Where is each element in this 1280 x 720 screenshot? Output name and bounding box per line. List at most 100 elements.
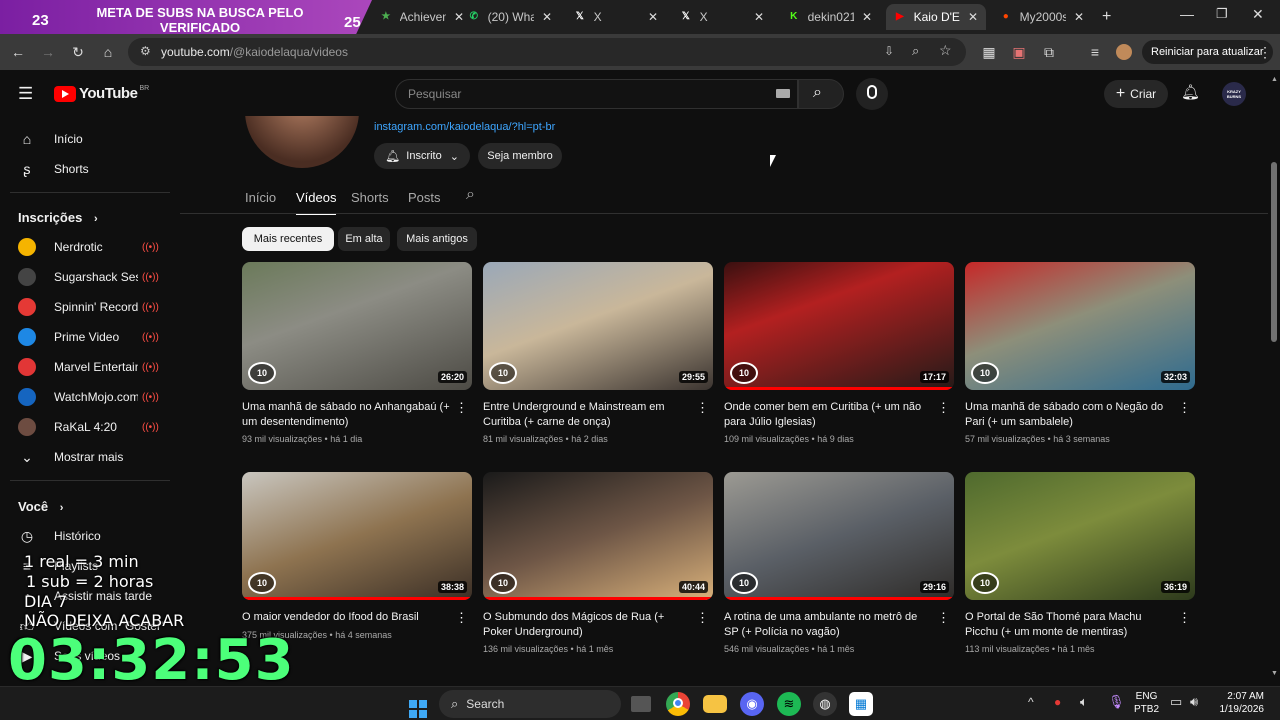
video-card[interactable]: 10 36:19 O Portal de São Thomé para Mach… [965,472,1195,672]
close-window-button[interactable]: ✕ [1252,6,1264,23]
spotify-icon[interactable]: ≋ [777,692,801,716]
search-button[interactable]: ⌕ [798,79,844,109]
video-card[interactable]: 10 40:44 O Submundo dos Mágicos de Rua (… [483,472,713,672]
network-icon[interactable]: ▭ [1170,694,1182,710]
more-options-icon[interactable]: ⋮ [696,400,709,416]
video-card[interactable]: 10 29:55 Entre Underground e Mainstream … [483,262,713,462]
channel-tab[interactable]: Início [245,190,276,205]
sidebar-channel-item[interactable]: RaKaL 4:20 ((•)) [18,412,168,442]
video-title[interactable]: Onde comer bem em Curitiba (+ um não par… [724,400,934,430]
video-thumbnail[interactable]: 10 38:38 [242,472,472,600]
minimize-button[interactable]: — [1180,6,1194,22]
create-button[interactable]: + Criar [1104,80,1168,108]
browser-tab[interactable]: ★Achieveme✕ [372,4,472,30]
sidebar-channel-item[interactable]: Nerdrotic ((•)) [18,232,168,262]
voice-search-button[interactable] [856,78,888,110]
forward-icon[interactable]: → [39,44,57,60]
video-title[interactable]: Entre Underground e Mainstream em Curiti… [483,400,693,430]
update-button[interactable]: Reiniciar para atualizar [1142,40,1273,64]
channel-link[interactable]: instagram.com/kaiodelaqua/?hl=pt-br [374,121,555,133]
filter-chip[interactable]: Mais antigos [397,227,477,251]
video-thumbnail[interactable]: 10 40:44 [483,472,713,600]
site-info-icon[interactable]: ⚙ [140,44,151,58]
speaker-icon[interactable]: 🔈︎ [1080,694,1088,710]
video-thumbnail[interactable]: 10 32:03 [965,262,1195,390]
windows-start-icon[interactable] [406,692,430,718]
sidebar-item-history[interactable]: ◷ Histórico [18,521,168,551]
sidebar-channel-item[interactable]: Sugarshack Ses... ((•)) [18,262,168,292]
extensions-puzzle-icon[interactable]: ⧉ [1040,44,1058,61]
browser-tab[interactable]: 𝕏 X ✕ [672,4,772,30]
media-control-icon[interactable]: ≡ [1086,44,1104,60]
video-thumbnail[interactable]: 10 17:17 [724,262,954,390]
you-header[interactable]: Você › [18,499,63,514]
clock[interactable]: 2:07 AM 1/19/2026 [1214,690,1265,716]
filter-chip[interactable]: Mais recentes [242,227,334,251]
join-button[interactable]: Seja membro [478,143,562,169]
video-thumbnail[interactable]: 10 29:55 [483,262,713,390]
more-options-icon[interactable]: ⋮ [455,610,468,626]
extension-icon-2[interactable]: ▣ [1010,44,1028,61]
address-bar[interactable]: ⚙ youtube.com/@kaiodelaqua/videos ⇩ ⌕ ☆ [128,38,966,66]
search-input[interactable]: Pesquisar [395,79,798,109]
sidebar-item-home[interactable]: ⌂ Início [18,124,168,154]
browser-tab[interactable]: Kdekin021 ✕ [780,4,880,30]
scroll-thumb[interactable] [1271,162,1277,342]
channel-tab[interactable]: Shorts [351,190,389,205]
youtube-logo[interactable]: YouTube BR [54,85,149,102]
close-tab-icon[interactable]: ✕ [968,10,978,24]
channel-tab[interactable]: Vídeos [296,190,337,215]
browser-tab[interactable]: ✆ (20) Whats ✕ [460,4,560,30]
microphone-tray-icon[interactable]: 🎙︎ [1108,694,1125,710]
profile-avatar[interactable] [1116,44,1132,60]
sidebar-channel-item[interactable]: WatchMojo.com ((•)) [18,382,168,412]
show-more-button[interactable]: ⌄ Mostrar mais [18,442,168,472]
notifications-bell-icon[interactable]: 🔔︎ [1181,83,1200,101]
task-view-icon[interactable] [631,696,651,712]
zoom-icon[interactable]: ⌕ [912,43,919,59]
back-icon[interactable]: ← [9,44,27,60]
more-options-icon[interactable]: ⋮ [696,610,709,626]
file-explorer-icon[interactable] [703,695,727,713]
video-card[interactable]: 10 26:20 Uma manhã de sábado no Anhangab… [242,262,472,462]
discord-icon[interactable]: ◉ [740,692,764,716]
video-title[interactable]: O Portal de São Thomé para Machu Picchu … [965,610,1175,640]
taskbar-search[interactable]: ⌕ Search [439,690,621,718]
video-title[interactable]: O Submundo dos Mágicos de Rua (+ Poker U… [483,610,693,640]
sidebar-channel-item[interactable]: Spinnin' Records ((•)) [18,292,168,322]
scroll-down-arrow[interactable]: ▼ [1271,670,1278,677]
subscribed-button[interactable]: 🔔︎ Inscrito ⌄ [374,143,470,169]
new-tab-button[interactable]: + [1102,8,1111,26]
keyboard-icon[interactable] [776,89,790,98]
more-options-icon[interactable]: ⋮ [455,400,468,416]
video-card[interactable]: 10 32:03 Uma manhã de sábado com o Negão… [965,262,1195,462]
video-title[interactable]: Uma manhã de sábado com o Negão do Pari … [965,400,1175,430]
browser-tab[interactable]: ▶ Kaio D'Ela ✕ [886,4,986,30]
video-thumbnail[interactable]: 10 26:20 [242,262,472,390]
store-icon[interactable]: ▦ [849,692,873,716]
video-card[interactable]: 10 17:17 Onde comer bem em Curitiba (+ u… [724,262,954,462]
account-avatar[interactable]: KRAZY BURNS [1222,82,1246,106]
browser-tab[interactable]: ● My2000sT ✕ [992,4,1092,30]
close-tab-icon[interactable]: ✕ [1074,10,1084,24]
channel-avatar[interactable] [245,116,359,168]
browser-tab[interactable]: 𝕏 X ✕ [566,4,666,30]
tray-app-icon[interactable]: ● [1054,695,1061,709]
video-thumbnail[interactable]: 10 29:16 [724,472,954,600]
chrome-icon[interactable] [666,692,690,716]
channel-tab[interactable]: Posts [408,190,441,205]
tray-chevron-icon[interactable]: ^ [1028,695,1034,709]
obs-icon[interactable]: ◍ [813,692,837,716]
menu-icon[interactable]: ☰ [18,84,33,104]
more-options-icon[interactable]: ⋮ [1178,400,1191,416]
close-tab-icon[interactable]: ✕ [542,10,552,24]
close-tab-icon[interactable]: ✕ [862,10,872,24]
install-icon[interactable]: ⇩ [884,44,894,58]
subscriptions-header[interactable]: Inscrições › [18,210,98,225]
volume-icon[interactable]: 🔊︎ [1190,694,1198,710]
restore-button[interactable]: ❐ [1216,6,1228,22]
video-title[interactable]: O maior vendedor do Ifood do Brasil [242,610,452,625]
more-options-icon[interactable]: ⋮ [937,400,950,416]
scroll-up-arrow[interactable]: ▲ [1271,76,1278,83]
filter-chip[interactable]: Em alta [338,227,390,251]
